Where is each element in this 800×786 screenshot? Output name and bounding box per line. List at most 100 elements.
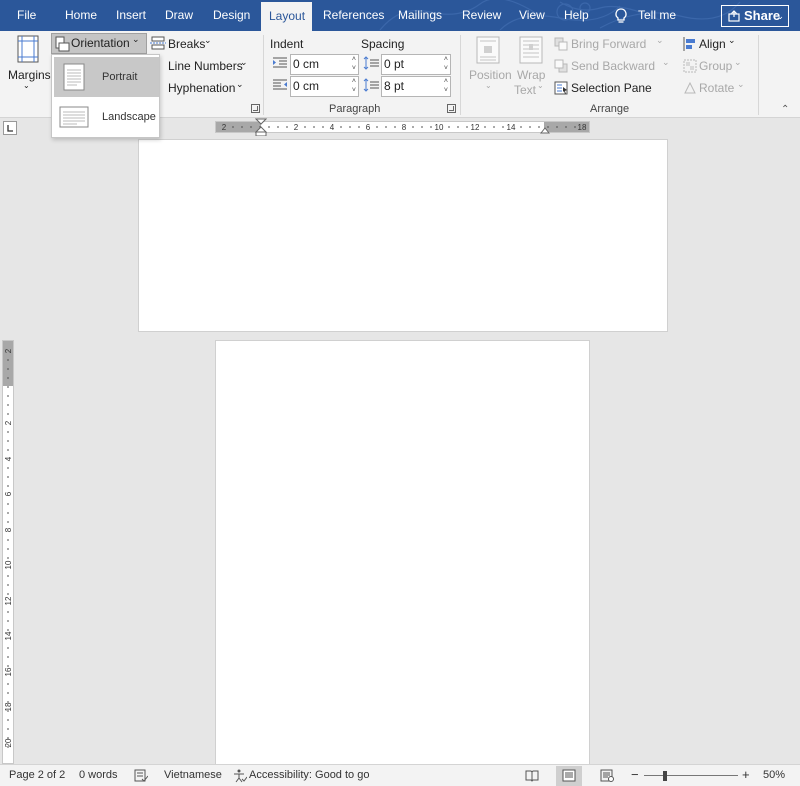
chevron-down-icon: ⌄ bbox=[734, 57, 742, 67]
ruler-number: 12 bbox=[471, 123, 480, 132]
word-count[interactable]: 0 words bbox=[79, 769, 118, 781]
spinner-arrows-icon[interactable]: ˄ ˅ bbox=[444, 55, 448, 73]
ruler-number: 2 bbox=[222, 123, 227, 132]
group-button[interactable]: Group bbox=[699, 59, 732, 73]
tab-layout[interactable]: Layout bbox=[261, 2, 312, 31]
arrange-group-label: Arrange bbox=[590, 103, 630, 115]
landscape-label: Landscape bbox=[102, 111, 156, 123]
right-indent-marker-icon[interactable] bbox=[540, 126, 550, 134]
status-bar: Page 2 of 2 0 words Vietnamese Accessibi… bbox=[0, 764, 800, 786]
ruler-number: 20 bbox=[4, 738, 13, 747]
indent-right-input[interactable]: 0 cm ˄ ˅ bbox=[290, 76, 359, 97]
ruler-number: 10 bbox=[4, 560, 13, 569]
line-numbers-button[interactable]: Line Numbers bbox=[168, 59, 243, 73]
spinner-arrows-icon[interactable]: ˄ ˅ bbox=[352, 77, 356, 95]
paragraph-launcher-icon[interactable] bbox=[447, 104, 456, 113]
orientation-button[interactable]: Orientation ⌄ bbox=[51, 33, 147, 54]
tab-insert[interactable]: Insert bbox=[108, 0, 154, 31]
document-page-1[interactable] bbox=[138, 139, 668, 332]
indent-left-input[interactable]: 0 cm ˄ ˅ bbox=[290, 54, 359, 75]
send-backward-button[interactable]: Send Backward bbox=[571, 59, 655, 73]
ruler-number: 12 bbox=[4, 596, 13, 605]
margins-button[interactable]: Margins bbox=[8, 68, 51, 82]
chevron-down-icon: ⌄ bbox=[240, 57, 248, 67]
orientation-icon bbox=[55, 36, 70, 52]
zoom-slider-track[interactable] bbox=[644, 775, 738, 776]
position-button[interactable]: Position bbox=[469, 68, 512, 82]
collapse-ribbon-icon[interactable]: ⌃ bbox=[781, 104, 789, 115]
margins-icon bbox=[17, 35, 39, 63]
zoom-slider-thumb[interactable] bbox=[662, 771, 667, 781]
tab-home[interactable]: Home bbox=[57, 0, 105, 31]
chevron-down-icon: ⌄ bbox=[204, 35, 212, 45]
document-page-2[interactable] bbox=[215, 340, 590, 766]
group-separator bbox=[758, 35, 759, 115]
spinner-arrows-icon[interactable]: ˄ ˅ bbox=[352, 55, 356, 73]
tab-draw[interactable]: Draw bbox=[157, 0, 201, 31]
bring-forward-button[interactable]: Bring Forward bbox=[571, 37, 646, 51]
group-icon bbox=[683, 59, 697, 73]
rotate-button[interactable]: Rotate bbox=[699, 81, 734, 95]
orientation-portrait-item[interactable]: Portrait bbox=[54, 57, 159, 97]
indent-left-value: 0 cm bbox=[293, 57, 320, 71]
vertical-ruler[interactable]: 2 2 4 6 8 10 12 14 16 18 20 bbox=[2, 340, 14, 764]
spacing-before-icon bbox=[363, 56, 379, 70]
ruler-number: 14 bbox=[4, 631, 13, 640]
orientation-landscape-item[interactable]: Landscape bbox=[54, 97, 159, 137]
tab-references[interactable]: References bbox=[315, 0, 392, 31]
share-label: Share bbox=[744, 8, 781, 23]
indent-right-value: 0 cm bbox=[293, 79, 320, 93]
chevron-down-icon: ⌄ bbox=[776, 11, 784, 21]
spinner-arrows-icon[interactable]: ˄ ˅ bbox=[444, 77, 448, 95]
tab-view[interactable]: View bbox=[511, 0, 553, 31]
share-button[interactable]: Share ⌄ bbox=[721, 5, 789, 27]
hyphenation-button[interactable]: Hyphenation bbox=[168, 81, 235, 95]
tab-file[interactable]: File bbox=[9, 0, 44, 31]
spacing-after-icon bbox=[363, 78, 379, 92]
ruler-ticks: 2 2 4 6 8 10 12 14 16 18 20 bbox=[4, 348, 13, 748]
indent-right-icon bbox=[273, 79, 287, 90]
ruler-number: 18 bbox=[4, 702, 13, 711]
zoom-out-button[interactable]: − bbox=[631, 767, 639, 782]
tab-review[interactable]: Review bbox=[454, 0, 509, 31]
wrap-text-button[interactable]: Wrap bbox=[517, 68, 545, 82]
ruler-number: 14 bbox=[507, 123, 516, 132]
web-layout-icon[interactable] bbox=[600, 769, 614, 782]
spacing-before-value: 0 pt bbox=[384, 57, 405, 71]
ruler-number: 8 bbox=[402, 123, 407, 132]
print-layout-button[interactable] bbox=[556, 766, 582, 786]
horizontal-ruler[interactable]: 2 2 4 6 8 10 12 14 18 bbox=[215, 118, 590, 136]
landscape-page-icon bbox=[59, 106, 89, 128]
tab-help[interactable]: Help bbox=[556, 0, 597, 31]
group-separator bbox=[460, 35, 461, 115]
ruler-ticks: 2 2 4 6 8 10 12 14 18 bbox=[222, 123, 587, 132]
ruler-number: 10 bbox=[435, 123, 444, 132]
zoom-in-button[interactable]: + bbox=[742, 767, 750, 782]
breaks-button[interactable]: Breaks bbox=[168, 37, 205, 51]
selection-pane-button[interactable]: Selection Pane bbox=[571, 81, 652, 95]
align-button[interactable]: Align bbox=[699, 37, 726, 51]
rotate-icon bbox=[684, 81, 696, 94]
left-tab-icon bbox=[7, 125, 13, 132]
proofing-icon[interactable] bbox=[134, 769, 148, 782]
accessibility-status[interactable]: Accessibility: Good to go bbox=[249, 769, 369, 781]
portrait-label: Portrait bbox=[102, 71, 138, 83]
page-setup-launcher-icon[interactable] bbox=[251, 104, 260, 113]
first-line-indent-marker-icon[interactable] bbox=[255, 118, 267, 136]
portrait-page-icon bbox=[63, 63, 85, 91]
read-mode-icon[interactable] bbox=[525, 769, 539, 782]
page-count[interactable]: Page 2 of 2 bbox=[9, 769, 65, 781]
tab-design[interactable]: Design bbox=[205, 0, 258, 31]
chevron-down-icon: ⌄ bbox=[23, 81, 30, 90]
chevron-down-icon: ⌄ bbox=[537, 81, 544, 90]
spacing-after-input[interactable]: 8 pt ˄ ˅ bbox=[381, 76, 451, 97]
tab-selector-icon[interactable] bbox=[3, 121, 17, 135]
tab-mailings[interactable]: Mailings bbox=[390, 0, 450, 31]
spacing-before-input[interactable]: 0 pt ˄ ˅ bbox=[381, 54, 451, 75]
ruler-number: 4 bbox=[4, 456, 13, 461]
ruler-number: 8 bbox=[4, 527, 13, 532]
wrap-text-label-2: Text bbox=[514, 83, 537, 97]
align-icon bbox=[683, 37, 695, 51]
language[interactable]: Vietnamese bbox=[164, 769, 222, 781]
zoom-level[interactable]: 50% bbox=[763, 769, 785, 781]
